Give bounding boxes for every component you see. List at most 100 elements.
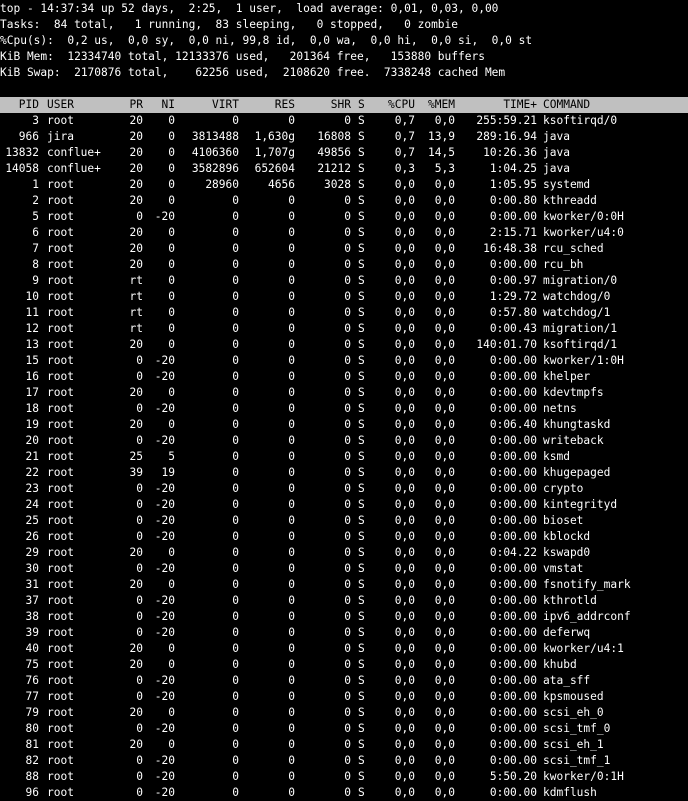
time-cell: 0:00.00 [489, 706, 537, 719]
process-row[interactable]: 11 root rt 0 0 0 0 S 0,0 0,0 0:57.80 watchdog/1 [0, 305, 688, 321]
virt-cell: 0 [232, 226, 239, 239]
shr-cell: 0 [344, 738, 351, 751]
process-row[interactable]: 76 root 0 -20 0 0 0 S 0,0 0,0 0:00.00 ata_sff [0, 673, 688, 689]
process-row[interactable]: 10 root rt 0 0 0 0 S 0,0 0,0 1:29.72 watchdog/0 [0, 289, 688, 305]
state-cell: S [358, 130, 365, 143]
virt-cell: 0 [232, 370, 239, 383]
mem-cell: 0,0 [434, 498, 455, 511]
nice-cell: -20 [154, 482, 175, 495]
state-cell: S [358, 562, 365, 575]
process-row[interactable]: 22 root 39 19 0 0 0 S 0,0 0,0 0:00.00 khugepaged [0, 465, 688, 481]
column-header-res[interactable]: RES [240, 97, 295, 113]
column-header-cpu[interactable]: %CPU [376, 97, 415, 113]
column-header-ni[interactable]: NI [144, 97, 175, 113]
process-row[interactable]: 9 root rt 0 0 0 0 S 0,0 0,0 0:00.97 migration/0 [0, 273, 688, 289]
process-row[interactable]: 12 root rt 0 0 0 0 S 0,0 0,0 0:00.43 migration/1 [0, 321, 688, 337]
pid-cell: 13832 [5, 146, 39, 159]
nice-cell: -20 [154, 770, 175, 783]
priority-cell: 20 [129, 578, 143, 591]
process-row[interactable]: 31 root 20 0 0 0 0 S 0,0 0,0 0:00.00 fsnotify_mark [0, 577, 688, 593]
res-cell: 1,707g [254, 146, 295, 159]
res-cell: 0 [288, 738, 295, 751]
user-cell: root [47, 738, 74, 751]
user-cell: root [47, 194, 74, 207]
process-row[interactable]: 5 root 0 -20 0 0 0 S 0,0 0,0 0:00.00 kworker/0:0H [0, 209, 688, 225]
pid-cell: 80 [25, 722, 39, 735]
column-header-virt[interactable]: VIRT [184, 97, 239, 113]
time-cell: 0:00.00 [489, 434, 537, 447]
cpu-cell: 0,0 [394, 434, 415, 447]
user-cell: conflue+ [47, 146, 101, 159]
nice-cell: 5 [168, 450, 175, 463]
user-cell: root [47, 210, 74, 223]
column-header-state[interactable]: S [358, 97, 367, 113]
process-row[interactable]: 30 root 0 -20 0 0 0 S 0,0 0,0 0:00.00 vmstat [0, 561, 688, 577]
process-row[interactable]: 75 root 20 0 0 0 0 S 0,0 0,0 0:00.00 khubd [0, 657, 688, 673]
user-cell: root [47, 498, 74, 511]
res-cell: 0 [288, 482, 295, 495]
virt-cell: 0 [232, 290, 239, 303]
process-row[interactable]: 14058 conflue+ 20 0 3582896 652604 21212 S 0,3 5,… [0, 161, 688, 177]
process-row[interactable]: 29 root 20 0 0 0 0 S 0,0 0,0 0:04.22 kswapd0 [0, 545, 688, 561]
process-row[interactable]: 38 root 0 -20 0 0 0 S 0,0 0,0 0:00.00 ipv6_addrconf [0, 609, 688, 625]
process-row[interactable]: 21 root 25 5 0 0 0 S 0,0 0,0 0:00.00 ksmd [0, 449, 688, 465]
process-row[interactable]: 77 root 0 -20 0 0 0 S 0,0 0,0 0:00.00 kpsmoused [0, 689, 688, 705]
column-header-user[interactable]: USER [47, 97, 111, 113]
cpu-cell: 0,0 [394, 514, 415, 527]
column-header-mem[interactable]: %MEM [416, 97, 455, 113]
process-row[interactable]: 966 jira 20 0 3813488 1,630g 16808 S 0,7 13,9 289:… [0, 129, 688, 145]
command-cell: java [543, 162, 570, 175]
process-row[interactable]: 8 root 20 0 0 0 0 S 0,0 0,0 0:00.00 rcu_bh [0, 257, 688, 273]
state-cell: S [358, 290, 365, 303]
column-header-pr[interactable]: PR [112, 97, 143, 113]
process-row[interactable]: 2 root 20 0 0 0 0 S 0,0 0,0 0:00.80 kthreadd [0, 193, 688, 209]
priority-cell: 0 [136, 626, 143, 639]
process-row[interactable]: 13 root 20 0 0 0 0 S 0,0 0,0 140:01.70 ksoftirqd/1 [0, 337, 688, 353]
shr-cell: 0 [344, 226, 351, 239]
process-row[interactable]: 1 root 20 0 28960 4656 3028 S 0,0 0,0 1:05.95 syste… [0, 177, 688, 193]
process-row[interactable]: 3 root 20 0 0 0 0 S 0,7 0,0 255:59.21 ksoftirqd/0 [0, 113, 688, 129]
process-row[interactable]: 16 root 0 -20 0 0 0 S 0,0 0,0 0:00.00 khelper [0, 369, 688, 385]
process-row[interactable]: 13832 conflue+ 20 0 4106360 1,707g 49856 S 0,7 14… [0, 145, 688, 161]
column-header-time[interactable]: TIME+ [464, 97, 537, 113]
priority-cell: 20 [129, 642, 143, 655]
process-row[interactable]: 81 root 20 0 0 0 0 S 0,0 0,0 0:00.00 scsi_eh_1 [0, 737, 688, 753]
res-cell: 0 [288, 354, 295, 367]
process-row[interactable]: 80 root 0 -20 0 0 0 S 0,0 0,0 0:00.00 scsi_tmf_0 [0, 721, 688, 737]
process-row[interactable]: 79 root 20 0 0 0 0 S 0,0 0,0 0:00.00 scsi_eh_0 [0, 705, 688, 721]
time-cell: 0:00.00 [489, 258, 537, 271]
process-row[interactable]: 37 root 0 -20 0 0 0 S 0,0 0,0 0:00.00 kthrotld [0, 593, 688, 609]
process-row[interactable]: 7 root 20 0 0 0 0 S 0,0 0,0 16:48.38 rcu_sched [0, 241, 688, 257]
command-cell: migration/1 [543, 322, 618, 335]
process-row[interactable]: 15 root 0 -20 0 0 0 S 0,0 0,0 0:00.00 kworker/1:0H [0, 353, 688, 369]
process-row[interactable]: 88 root 0 -20 0 0 0 S 0,0 0,0 5:50.20 kworker/0:1H [0, 769, 688, 785]
nice-cell: 0 [168, 642, 175, 655]
process-row[interactable]: 20 root 0 -20 0 0 0 S 0,0 0,0 0:00.00 writeback [0, 433, 688, 449]
user-cell: root [47, 290, 74, 303]
cpu-cell: 0,0 [394, 722, 415, 735]
column-header-pid[interactable]: PID [0, 97, 39, 113]
command-cell: scsi_tmf_0 [543, 722, 611, 735]
virt-cell: 0 [232, 514, 239, 527]
process-row[interactable]: 24 root 0 -20 0 0 0 S 0,0 0,0 0:00.00 kintegrityd [0, 497, 688, 513]
process-row[interactable]: 26 root 0 -20 0 0 0 S 0,0 0,0 0:00.00 kblockd [0, 529, 688, 545]
column-header-command[interactable]: COMMAND [543, 97, 688, 113]
process-row[interactable]: 40 root 20 0 0 0 0 S 0,0 0,0 0:00.00 kworker/u4:1 [0, 641, 688, 657]
process-row[interactable]: 17 root 20 0 0 0 0 S 0,0 0,0 0:00.00 kdevtmpfs [0, 385, 688, 401]
mem-cell: 0,0 [434, 370, 455, 383]
process-row[interactable]: 82 root 0 -20 0 0 0 S 0,0 0,0 0:00.00 scsi_tmf_1 [0, 753, 688, 769]
mem-cell: 0,0 [434, 738, 455, 751]
process-row[interactable]: 6 root 20 0 0 0 0 S 0,0 0,0 2:15.71 kworker/u4:0 [0, 225, 688, 241]
pid-cell: 7 [32, 242, 39, 255]
priority-cell: 0 [136, 530, 143, 543]
process-row[interactable]: 18 root 0 -20 0 0 0 S 0,0 0,0 0:00.00 netns [0, 401, 688, 417]
process-row[interactable]: 19 root 20 0 0 0 0 S 0,0 0,0 0:06.40 khungtaskd [0, 417, 688, 433]
column-header-shr[interactable]: SHR [304, 97, 351, 113]
res-cell: 0 [288, 402, 295, 415]
process-row[interactable]: 23 root 0 -20 0 0 0 S 0,0 0,0 0:00.00 crypto [0, 481, 688, 497]
process-row[interactable]: 25 root 0 -20 0 0 0 S 0,0 0,0 0:00.00 bioset [0, 513, 688, 529]
shr-cell: 0 [344, 514, 351, 527]
command-cell: ksoftirqd/1 [543, 338, 618, 351]
state-cell: S [358, 194, 365, 207]
process-row[interactable]: 39 root 0 -20 0 0 0 S 0,0 0,0 0:00.00 deferwq [0, 625, 688, 641]
